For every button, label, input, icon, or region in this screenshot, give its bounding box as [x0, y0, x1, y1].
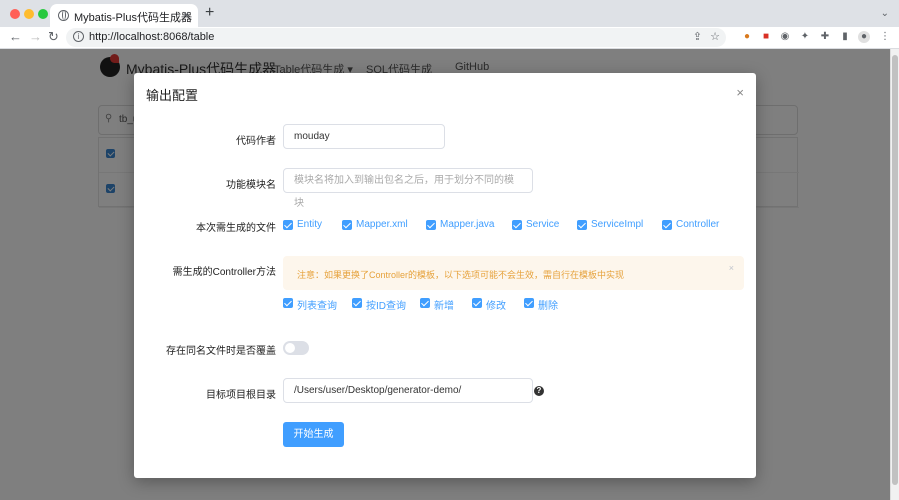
module-label: 功能模块名: [226, 180, 276, 191]
overwrite-label: 存在同名文件时是否覆盖: [166, 346, 276, 357]
overwrite-toggle[interactable]: [283, 341, 309, 355]
tab-search-chevron-icon[interactable]: ⌄: [881, 8, 889, 19]
checkbox-icon: [426, 220, 436, 230]
author-input[interactable]: mouday: [283, 124, 445, 149]
address-bar[interactable]: i http://localhost:8068/table ⇪ ☆: [66, 28, 726, 47]
forward-arrow-icon[interactable]: →: [29, 29, 42, 44]
controller-methods-label: 需生成的Controller方法: [172, 267, 276, 278]
scroll-thumb[interactable]: [892, 55, 898, 485]
checkbox-icon: [472, 298, 482, 308]
reload-icon[interactable]: ↻: [48, 29, 59, 45]
checkbox-icon: [342, 220, 352, 230]
checkbox-icon: [283, 220, 293, 230]
checkbox-icon: [352, 298, 362, 308]
checkbox-icon: [524, 298, 534, 308]
share-icon[interactable]: ⇪: [693, 30, 702, 43]
browser-titlebar: Mybatis-Plus代码生成器 × + ⌄: [0, 0, 899, 27]
back-arrow-icon[interactable]: ←: [9, 29, 22, 44]
dialog-title: 输出配置: [146, 88, 199, 103]
extension-icon[interactable]: ●: [741, 31, 753, 43]
close-icon[interactable]: ×: [736, 85, 744, 100]
files-label: 本次需生成的文件: [196, 223, 276, 234]
alert-text: 注意：如果更换了Controller的模板，以下选项可能不会生效，需自行在模板中…: [297, 270, 625, 280]
url-text: http://localhost:8068/table: [89, 31, 215, 43]
minimize-window-button[interactable]: [24, 9, 34, 19]
checkbox-icon: [577, 220, 587, 230]
globe-icon: [58, 10, 69, 21]
extension-icon[interactable]: ✦: [799, 31, 811, 43]
help-icon[interactable]: ?: [534, 386, 544, 396]
puzzle-icon[interactable]: ✚: [819, 31, 831, 43]
output-config-dialog: 输出配置 × 代码作者 mouday 功能模块名 模块名将加入到输出包名之后，用…: [134, 73, 756, 478]
root-dir-label: 目标项目根目录: [206, 390, 276, 401]
checkbox-icon: [662, 220, 672, 230]
menu-dots-icon[interactable]: ⋮: [879, 31, 891, 43]
extension-icon[interactable]: ■: [760, 31, 772, 43]
checkbox-icon: [512, 220, 522, 230]
page-scrollbar[interactable]: [890, 49, 899, 500]
warning-alert: 注意：如果更换了Controller的模板，以下选项可能不会生效，需自行在模板中…: [283, 256, 744, 290]
root-dir-input[interactable]: /Users/user/Desktop/generator-demo/: [283, 378, 533, 403]
alert-close-icon[interactable]: ×: [729, 263, 734, 273]
module-input[interactable]: 模块名将加入到输出包名之后，用于划分不同的模块: [283, 168, 533, 209]
tab-close-icon[interactable]: ×: [182, 7, 190, 22]
tab-title: Mybatis-Plus代码生成器: [74, 12, 192, 24]
checkbox-icon: [283, 298, 293, 308]
profile-avatar-icon[interactable]: ●: [858, 31, 870, 43]
sidebar-icon[interactable]: ▮: [839, 31, 851, 43]
new-tab-button[interactable]: +: [205, 4, 214, 22]
checkbox-icon: [420, 298, 430, 308]
site-info-icon[interactable]: i: [73, 31, 84, 42]
maximize-window-button[interactable]: [38, 9, 48, 19]
bookmark-star-icon[interactable]: ☆: [710, 30, 720, 43]
camera-icon[interactable]: ◉: [779, 31, 791, 43]
close-window-button[interactable]: [10, 9, 20, 19]
browser-tab[interactable]: Mybatis-Plus代码生成器 ×: [50, 4, 198, 27]
generate-button[interactable]: 开始生成: [283, 422, 344, 447]
author-label: 代码作者: [236, 136, 276, 147]
